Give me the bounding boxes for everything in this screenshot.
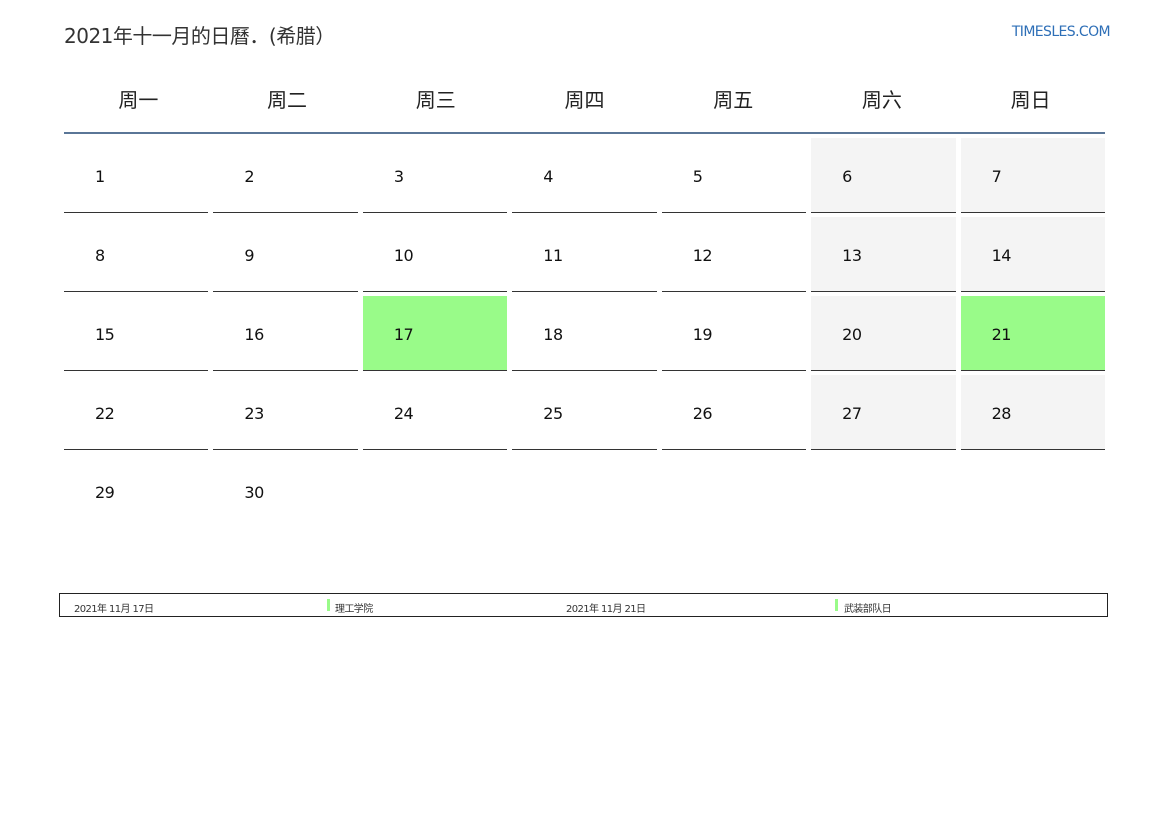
- day-number: 14: [991, 246, 1012, 265]
- day-cell: 9: [213, 217, 358, 292]
- day-cell-weekend: 7: [960, 138, 1105, 213]
- day-cell: 2: [213, 138, 358, 213]
- day-cell: 24: [362, 375, 508, 450]
- day-cell: 18: [512, 296, 657, 371]
- day-cell-weekend: 14: [960, 217, 1105, 292]
- day-cell: 16: [213, 296, 358, 371]
- holiday-date: 2021年 11月 21日: [566, 604, 646, 615]
- day-cell: 11: [512, 217, 657, 292]
- day-number: 13: [842, 246, 862, 265]
- weekday-sun: 周日: [1010, 88, 1051, 112]
- week-row: 8 9 10 11 12 13 14: [64, 217, 1105, 292]
- day-number: 8: [95, 246, 105, 265]
- holiday-legend: 2021年 11月 17日 理工学院 2021年 11月 21日 武装部队日: [59, 593, 1108, 617]
- day-cell: 5: [661, 138, 807, 213]
- day-number: 16: [244, 325, 264, 344]
- day-number: 24: [393, 404, 414, 423]
- day-number: 5: [692, 167, 703, 186]
- day-number: 1: [95, 167, 105, 186]
- week-row: 29 30: [64, 454, 1105, 594]
- day-number: 21: [991, 325, 1012, 344]
- weekday-wed: 周三: [415, 88, 456, 112]
- day-number: 3: [393, 167, 404, 186]
- weekday-mon: 周一: [118, 88, 159, 112]
- day-cell: 23: [213, 375, 358, 450]
- day-cell: 1: [64, 138, 209, 213]
- day-number: 18: [543, 325, 563, 344]
- calendar-grid: 1 2 3 4 5 6 7 8 9 10 11 12 13 14 15 16 1…: [64, 138, 1105, 598]
- day-number: 17: [393, 325, 414, 344]
- day-cell-weekend: 27: [811, 375, 956, 450]
- day-number: 15: [95, 325, 115, 344]
- holiday-color-marker: [327, 599, 330, 611]
- holiday-color-marker: [835, 599, 838, 611]
- week-row: 1 2 3 4 5 6 7: [64, 138, 1105, 213]
- site-link[interactable]: TIMESLES.COM: [1012, 24, 1111, 40]
- day-cell: 15: [64, 296, 209, 371]
- weekday-sat: 周六: [861, 88, 902, 112]
- day-number: 27: [842, 404, 862, 423]
- day-number: 7: [991, 167, 1002, 186]
- day-cell-weekend: 28: [960, 375, 1105, 450]
- weekday-thu: 周四: [564, 88, 605, 112]
- day-number: 9: [244, 246, 255, 265]
- day-number: 20: [842, 325, 862, 344]
- day-cell-empty: [362, 454, 508, 594]
- day-number: 23: [244, 404, 264, 423]
- day-number: 19: [692, 325, 713, 344]
- day-number: 10: [393, 246, 414, 265]
- day-number: 30: [244, 483, 264, 502]
- page-title: 2021年十一月的日曆．(希腊）: [64, 24, 335, 48]
- day-cell: 19: [661, 296, 807, 371]
- day-number: 2: [244, 167, 255, 186]
- day-cell: 29: [64, 454, 209, 594]
- weekday-fri: 周五: [713, 88, 754, 112]
- day-cell: 8: [64, 217, 209, 292]
- day-cell-empty: [960, 454, 1105, 594]
- day-cell-weekend: 6: [811, 138, 956, 213]
- day-number: 29: [95, 483, 115, 502]
- day-cell-weekend: 13: [811, 217, 956, 292]
- day-cell: 26: [661, 375, 807, 450]
- day-number: 22: [95, 404, 115, 423]
- holiday-name: 武装部队日: [844, 604, 892, 615]
- day-number: 12: [692, 246, 713, 265]
- holiday-date: 2021年 11月 17日: [74, 604, 154, 615]
- day-number: 6: [842, 167, 852, 186]
- weekday-tue: 周二: [267, 88, 308, 112]
- weekday-header: 周一 周二 周三 周四 周五 周六 周日: [64, 82, 1105, 134]
- day-cell-holiday: 21: [960, 296, 1105, 371]
- week-row: 22 23 24 25 26 27 28: [64, 375, 1105, 450]
- week-row: 15 16 17 18 19 20 21: [64, 296, 1105, 371]
- day-cell: 22: [64, 375, 209, 450]
- day-cell-empty: [811, 454, 956, 594]
- day-cell: 25: [512, 375, 657, 450]
- day-cell: 4: [512, 138, 657, 213]
- day-cell: 30: [213, 454, 358, 594]
- day-cell-empty: [512, 454, 657, 594]
- day-cell: 3: [362, 138, 508, 213]
- day-cell-empty: [661, 454, 807, 594]
- day-number: 28: [991, 404, 1012, 423]
- day-cell-holiday: 17: [362, 296, 508, 371]
- day-number: 4: [543, 167, 553, 186]
- day-number: 25: [543, 404, 563, 423]
- day-number: 11: [543, 246, 563, 265]
- day-cell: 10: [362, 217, 508, 292]
- day-number: 26: [692, 404, 713, 423]
- day-cell: 12: [661, 217, 807, 292]
- holiday-name: 理工学院: [335, 604, 373, 615]
- day-cell-weekend: 20: [811, 296, 956, 371]
